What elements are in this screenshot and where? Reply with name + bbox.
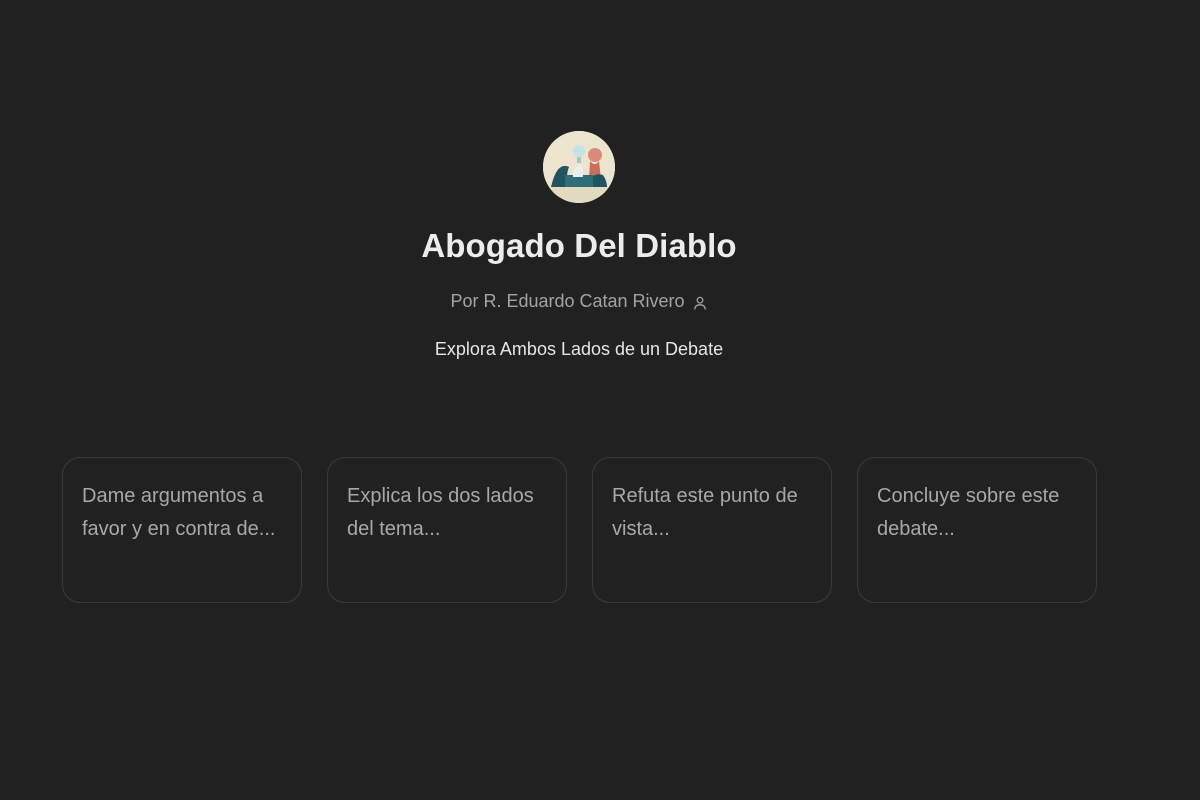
gpt-title: Abogado Del Diablo [421, 227, 737, 264]
gpt-avatar [543, 131, 615, 203]
starter-card[interactable]: Refuta este punto de vista... [592, 457, 832, 603]
starter-card[interactable]: Explica los dos lados del tema... [327, 457, 567, 603]
gpt-author[interactable]: Por R. Eduardo Catan Rivero [450, 289, 707, 313]
starter-card[interactable]: Concluye sobre este debate... [857, 457, 1097, 603]
gpt-landing-page: Abogado Del Diablo Por R. Eduardo Catan … [0, 0, 1200, 800]
gpt-header: Abogado Del Diablo Por R. Eduardo Catan … [0, 131, 1158, 361]
gpt-avatar-illustration [543, 131, 615, 203]
author-name: R. Eduardo Catan Rivero [483, 291, 685, 311]
gpt-description: Explora Ambos Lados de un Debate [434, 339, 724, 359]
person-icon [692, 293, 708, 310]
conversation-starters: Dame argumentos a favor y en contra de..… [62, 457, 1097, 603]
starter-card[interactable]: Dame argumentos a favor y en contra de..… [62, 457, 302, 603]
author-prefix: Por [450, 291, 479, 311]
